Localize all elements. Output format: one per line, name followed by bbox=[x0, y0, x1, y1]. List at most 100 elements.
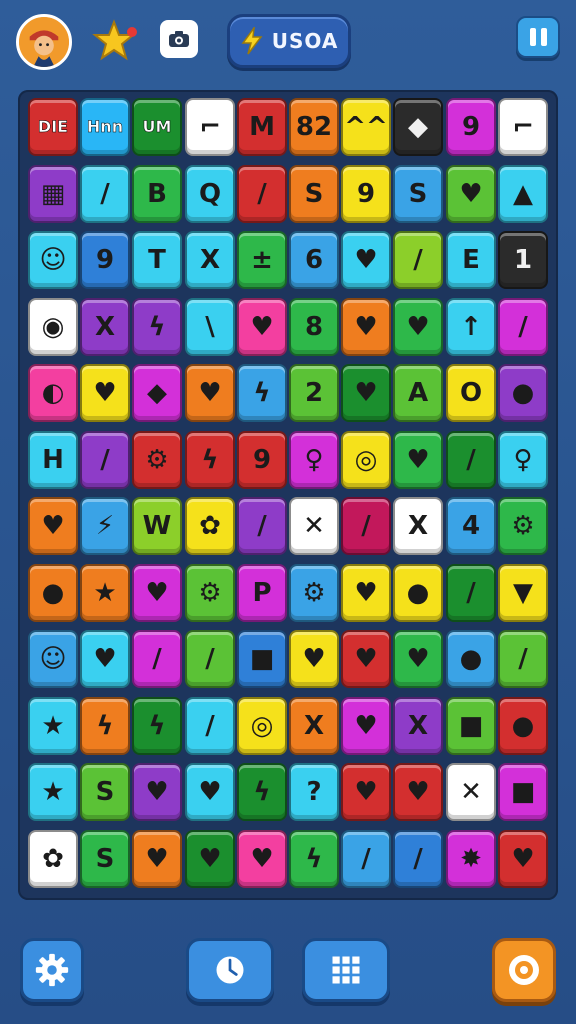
tile[interactable]: S bbox=[393, 165, 443, 223]
tile[interactable]: ⚙ bbox=[289, 564, 339, 622]
tile[interactable]: ♥ bbox=[132, 763, 182, 821]
tile[interactable]: O bbox=[446, 364, 496, 422]
tile[interactable]: S bbox=[80, 830, 130, 888]
tile[interactable]: ^^ bbox=[341, 98, 391, 156]
tile[interactable]: / bbox=[237, 165, 287, 223]
tile[interactable]: ◐ bbox=[28, 364, 78, 422]
tile[interactable]: / bbox=[446, 431, 496, 489]
star-button[interactable] bbox=[92, 18, 140, 66]
tile[interactable]: 9 bbox=[237, 431, 287, 489]
tile[interactable]: ⚙ bbox=[498, 497, 548, 555]
tile[interactable]: ♥ bbox=[341, 298, 391, 356]
tile[interactable]: X bbox=[289, 697, 339, 755]
tile[interactable]: / bbox=[185, 630, 235, 688]
tile[interactable]: ♥ bbox=[185, 763, 235, 821]
tile[interactable]: ♥ bbox=[446, 165, 496, 223]
tile[interactable]: DIE bbox=[28, 98, 78, 156]
tile[interactable]: M bbox=[237, 98, 287, 156]
tile[interactable]: H bbox=[28, 431, 78, 489]
tile[interactable]: ⌐ bbox=[498, 98, 548, 156]
tile[interactable]: ★ bbox=[28, 697, 78, 755]
tile[interactable]: ⚙ bbox=[185, 564, 235, 622]
tile[interactable]: ♥ bbox=[393, 431, 443, 489]
tile[interactable]: ● bbox=[28, 564, 78, 622]
tile[interactable]: ● bbox=[498, 697, 548, 755]
tile[interactable]: X bbox=[393, 497, 443, 555]
tile[interactable]: / bbox=[498, 630, 548, 688]
tile[interactable]: ♥ bbox=[393, 763, 443, 821]
tile[interactable]: ♥ bbox=[341, 763, 391, 821]
tile[interactable]: X bbox=[185, 231, 235, 289]
tile[interactable]: ♥ bbox=[185, 364, 235, 422]
tile[interactable]: 9 bbox=[80, 231, 130, 289]
tile[interactable]: ♥ bbox=[341, 564, 391, 622]
tile[interactable]: T bbox=[132, 231, 182, 289]
tile[interactable]: ♥ bbox=[341, 364, 391, 422]
tile[interactable]: ♥ bbox=[393, 630, 443, 688]
tile[interactable]: UM bbox=[132, 98, 182, 156]
tile[interactable]: \ bbox=[185, 298, 235, 356]
tile[interactable]: / bbox=[80, 431, 130, 489]
tile[interactable]: 6 bbox=[289, 231, 339, 289]
tile[interactable]: ✕ bbox=[446, 763, 496, 821]
tile[interactable]: ☺ bbox=[28, 231, 78, 289]
tile[interactable]: ♥ bbox=[341, 697, 391, 755]
tile[interactable]: ϟ bbox=[289, 830, 339, 888]
grid-button[interactable] bbox=[302, 938, 390, 1002]
tile[interactable]: ◆ bbox=[393, 98, 443, 156]
tile[interactable]: ♀ bbox=[498, 431, 548, 489]
tile[interactable]: 9 bbox=[446, 98, 496, 156]
tile[interactable]: ◎ bbox=[341, 431, 391, 489]
tile[interactable]: / bbox=[341, 497, 391, 555]
tile[interactable]: ▦ bbox=[28, 165, 78, 223]
tile[interactable]: / bbox=[341, 830, 391, 888]
tile[interactable]: ♥ bbox=[237, 298, 287, 356]
tile[interactable]: / bbox=[393, 830, 443, 888]
tile[interactable]: 2 bbox=[289, 364, 339, 422]
settings-button[interactable] bbox=[20, 938, 84, 1002]
tile[interactable]: A bbox=[393, 364, 443, 422]
tile[interactable]: ♥ bbox=[341, 630, 391, 688]
tile[interactable]: ♥ bbox=[393, 298, 443, 356]
tile[interactable]: ♥ bbox=[132, 564, 182, 622]
tile[interactable]: / bbox=[237, 497, 287, 555]
hint-button[interactable] bbox=[186, 938, 274, 1002]
tile[interactable]: / bbox=[393, 231, 443, 289]
tile[interactable]: ϟ bbox=[237, 763, 287, 821]
tile[interactable]: / bbox=[446, 564, 496, 622]
tile[interactable]: S bbox=[289, 165, 339, 223]
tile[interactable]: B bbox=[132, 165, 182, 223]
tile[interactable]: ϟ bbox=[237, 364, 287, 422]
tile[interactable]: ♥ bbox=[341, 231, 391, 289]
tile[interactable]: ◆ bbox=[132, 364, 182, 422]
tile[interactable]: ♥ bbox=[498, 830, 548, 888]
tile[interactable]: ☺ bbox=[28, 630, 78, 688]
tile[interactable]: ■ bbox=[237, 630, 287, 688]
tile[interactable]: ⚙ bbox=[132, 431, 182, 489]
tile[interactable]: 9 bbox=[341, 165, 391, 223]
tile[interactable]: 1 bbox=[498, 231, 548, 289]
tile[interactable]: ♥ bbox=[185, 830, 235, 888]
tile[interactable]: ± bbox=[237, 231, 287, 289]
tile[interactable]: Q bbox=[185, 165, 235, 223]
tile[interactable]: X bbox=[393, 697, 443, 755]
tile[interactable]: ● bbox=[446, 630, 496, 688]
tile[interactable]: W bbox=[132, 497, 182, 555]
target-button[interactable] bbox=[492, 938, 556, 1002]
tile[interactable]: ♥ bbox=[80, 364, 130, 422]
tile[interactable]: 8 bbox=[289, 298, 339, 356]
tile[interactable]: ✕ bbox=[289, 497, 339, 555]
tile[interactable]: ♀ bbox=[289, 431, 339, 489]
tile[interactable]: ✿ bbox=[185, 497, 235, 555]
avatar[interactable] bbox=[16, 14, 72, 70]
camera-button[interactable] bbox=[160, 20, 198, 58]
tile[interactable]: / bbox=[498, 298, 548, 356]
tile[interactable]: / bbox=[185, 697, 235, 755]
tile[interactable]: ♥ bbox=[28, 497, 78, 555]
tile[interactable]: ★ bbox=[28, 763, 78, 821]
tile[interactable]: ↑ bbox=[446, 298, 496, 356]
tile[interactable]: ⚡ bbox=[80, 497, 130, 555]
tile[interactable]: ⌐ bbox=[185, 98, 235, 156]
tile[interactable]: ♥ bbox=[289, 630, 339, 688]
tile[interactable]: E bbox=[446, 231, 496, 289]
